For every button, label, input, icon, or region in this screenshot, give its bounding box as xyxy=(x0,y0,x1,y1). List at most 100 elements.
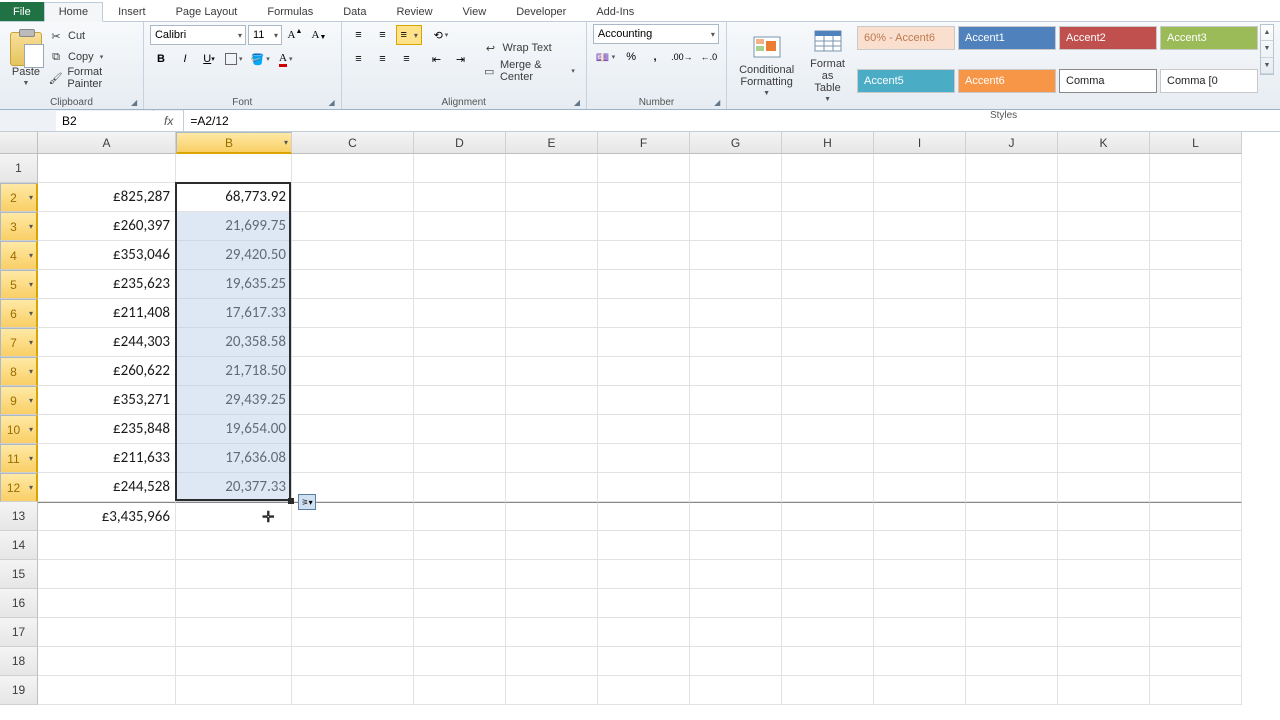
cell[interactable] xyxy=(506,589,598,618)
cell[interactable] xyxy=(38,647,176,676)
cell[interactable] xyxy=(690,502,782,531)
cell[interactable] xyxy=(598,589,690,618)
cell[interactable] xyxy=(506,444,598,473)
cell[interactable] xyxy=(874,589,966,618)
paste-button[interactable]: Paste ▼ xyxy=(6,24,46,95)
tab-view[interactable]: View xyxy=(448,2,502,21)
cell[interactable] xyxy=(1058,589,1150,618)
cell[interactable]: £260,397 xyxy=(38,212,176,241)
style-cell[interactable]: Accent3 xyxy=(1160,26,1258,50)
cell[interactable] xyxy=(292,183,414,212)
cell[interactable] xyxy=(414,531,506,560)
cell[interactable] xyxy=(38,676,176,705)
cell[interactable] xyxy=(598,270,690,299)
cell[interactable] xyxy=(292,212,414,241)
align-right-button[interactable]: ≡ xyxy=(396,48,418,70)
cell[interactable] xyxy=(414,386,506,415)
cell[interactable]: £3,435,966 xyxy=(38,502,176,531)
autofill-options-button[interactable]: ⚞▾ xyxy=(298,494,316,510)
cell[interactable] xyxy=(782,241,874,270)
cell[interactable] xyxy=(690,386,782,415)
cell[interactable] xyxy=(1150,444,1242,473)
cell[interactable] xyxy=(176,589,292,618)
cell[interactable] xyxy=(966,299,1058,328)
orientation-button[interactable]: ⟲ xyxy=(430,24,452,46)
style-cell[interactable]: Accent5 xyxy=(857,69,955,93)
row-header[interactable]: 6 xyxy=(0,299,38,328)
cell[interactable]: 17,636.08 xyxy=(176,444,292,473)
cell[interactable] xyxy=(598,473,690,502)
cell[interactable] xyxy=(414,502,506,531)
cell[interactable] xyxy=(1150,241,1242,270)
row-headers[interactable]: 12345678910111213141516171819 xyxy=(0,154,38,705)
cell[interactable] xyxy=(598,357,690,386)
column-header[interactable]: A xyxy=(38,132,176,154)
row-header[interactable]: 12 xyxy=(0,473,38,502)
cell[interactable] xyxy=(38,618,176,647)
cell[interactable] xyxy=(690,328,782,357)
row-header[interactable]: 4 xyxy=(0,241,38,270)
font-size-select[interactable]: 11 xyxy=(248,25,282,45)
row-header[interactable]: 10 xyxy=(0,415,38,444)
cell[interactable] xyxy=(414,212,506,241)
accounting-format-button[interactable]: 💷 xyxy=(593,46,618,68)
cell[interactable] xyxy=(966,415,1058,444)
cell[interactable] xyxy=(782,444,874,473)
cell[interactable] xyxy=(874,647,966,676)
cell[interactable] xyxy=(506,647,598,676)
cell[interactable]: 17,617.33 xyxy=(176,299,292,328)
cell[interactable] xyxy=(782,560,874,589)
row-header[interactable]: 3 xyxy=(0,212,38,241)
cell[interactable] xyxy=(598,386,690,415)
cell[interactable]: 19,654.00 xyxy=(176,415,292,444)
row-header[interactable]: 16 xyxy=(0,589,38,618)
select-all-corner[interactable] xyxy=(0,132,38,154)
cell[interactable] xyxy=(598,676,690,705)
row-header[interactable]: 17 xyxy=(0,618,38,647)
cell[interactable] xyxy=(1150,473,1242,502)
cell[interactable] xyxy=(874,299,966,328)
cell[interactable] xyxy=(966,154,1058,183)
cell[interactable] xyxy=(506,357,598,386)
cell[interactable] xyxy=(874,357,966,386)
cell[interactable] xyxy=(292,154,414,183)
cell[interactable] xyxy=(1150,502,1242,531)
shrink-font-button[interactable]: A▼ xyxy=(308,24,330,46)
number-dialog-launcher[interactable]: ◢ xyxy=(714,98,724,108)
row-header[interactable]: 19 xyxy=(0,676,38,705)
cell[interactable] xyxy=(38,560,176,589)
cell[interactable] xyxy=(782,415,874,444)
cell[interactable] xyxy=(506,212,598,241)
cell[interactable] xyxy=(176,647,292,676)
cell[interactable] xyxy=(782,270,874,299)
cell[interactable] xyxy=(506,154,598,183)
fill-handle[interactable] xyxy=(288,498,294,504)
cell[interactable] xyxy=(966,589,1058,618)
cell[interactable] xyxy=(874,444,966,473)
cell[interactable] xyxy=(782,618,874,647)
cell[interactable] xyxy=(598,299,690,328)
cell[interactable]: £244,528 xyxy=(38,473,176,502)
cell[interactable] xyxy=(1150,183,1242,212)
cell[interactable] xyxy=(1058,618,1150,647)
gallery-scroll[interactable]: ▲▼▼ xyxy=(1260,24,1274,75)
cell[interactable] xyxy=(292,357,414,386)
cell[interactable] xyxy=(598,154,690,183)
cell[interactable] xyxy=(782,183,874,212)
cell[interactable] xyxy=(966,212,1058,241)
cell[interactable] xyxy=(292,299,414,328)
cell[interactable] xyxy=(506,618,598,647)
cell[interactable] xyxy=(1150,647,1242,676)
borders-button[interactable] xyxy=(222,48,246,70)
cell[interactable] xyxy=(292,241,414,270)
cell[interactable] xyxy=(966,357,1058,386)
cell[interactable] xyxy=(414,473,506,502)
cell[interactable] xyxy=(690,647,782,676)
column-header[interactable]: I xyxy=(874,132,966,154)
cell[interactable] xyxy=(782,154,874,183)
cell[interactable] xyxy=(1058,299,1150,328)
font-color-button[interactable]: A xyxy=(275,48,297,70)
column-header[interactable]: C xyxy=(292,132,414,154)
cell[interactable]: £211,633 xyxy=(38,444,176,473)
cell[interactable] xyxy=(292,415,414,444)
